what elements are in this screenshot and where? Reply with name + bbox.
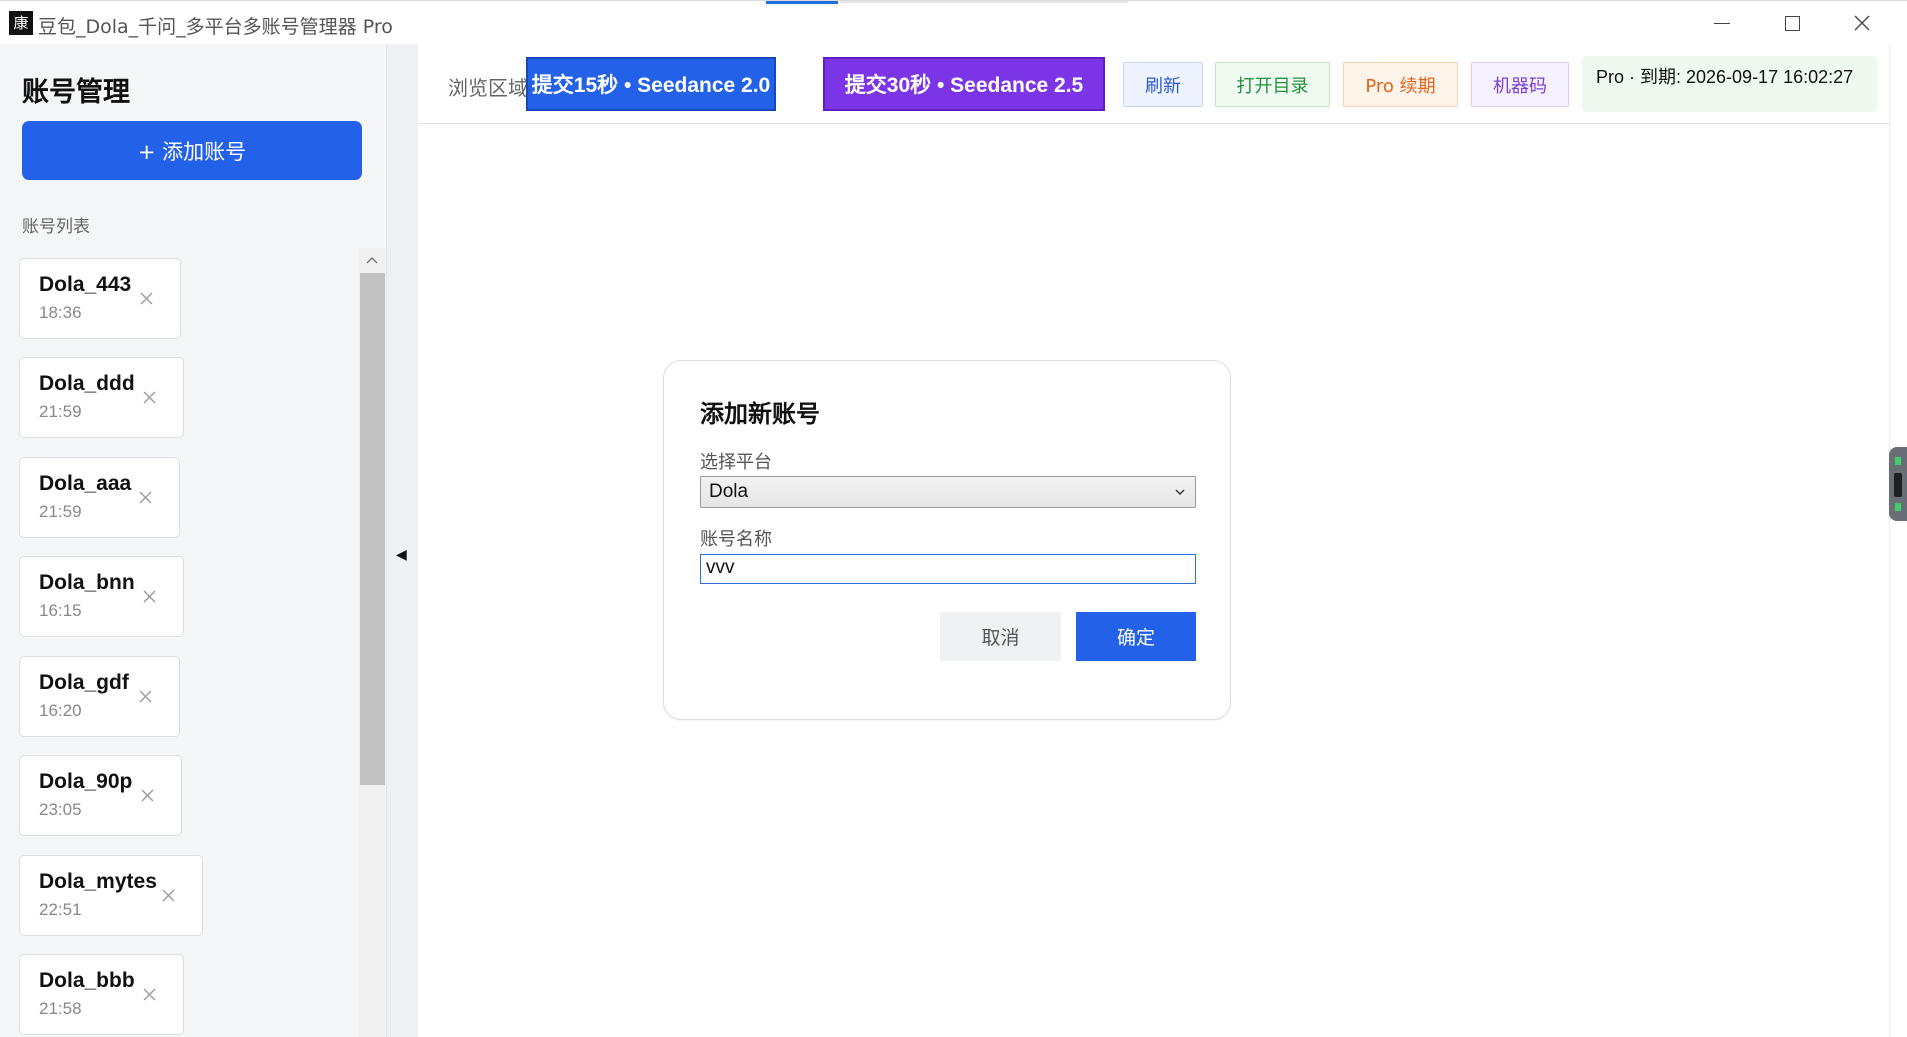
account-name: Dola_aaa xyxy=(39,472,132,495)
collapse-left-icon[interactable]: ◀ xyxy=(396,547,407,563)
remove-account-button[interactable] xyxy=(136,488,154,506)
app-window: 康 豆包_Dola_千问_多平台多账号管理器 Pro 账号管理 + 添加账号 账… xyxy=(0,0,1907,1037)
maximize-button[interactable] xyxy=(1762,6,1822,40)
close-icon xyxy=(139,491,151,503)
platform-select[interactable]: Dola xyxy=(700,476,1196,508)
account-time: 22:51 xyxy=(39,900,82,919)
account-card[interactable]: Dola_aaa 21:59 xyxy=(19,457,180,538)
close-icon xyxy=(139,690,151,702)
pro-expiry-badge: Pro · 到期: 2026-09-17 16:02:27 xyxy=(1582,56,1878,112)
account-name-input-value: vvv xyxy=(706,557,735,578)
title-bar: 康 豆包_Dola_千问_多平台多账号管理器 Pro xyxy=(0,0,1907,44)
close-icon xyxy=(143,391,155,403)
app-logo-icon: 康 xyxy=(9,11,33,35)
sidebar-splitter[interactable]: ◀ xyxy=(387,44,418,1037)
account-card[interactable]: Dola_bnn 16:15 xyxy=(19,556,184,637)
account-list-scrollbar[interactable] xyxy=(359,248,385,1037)
account-time: 21:59 xyxy=(39,402,82,421)
submit-30s-button[interactable]: 提交30秒 • Seedance 2.5 xyxy=(823,57,1105,111)
add-account-button[interactable]: + 添加账号 xyxy=(22,121,362,180)
close-window-button[interactable] xyxy=(1832,6,1892,40)
minimize-button[interactable] xyxy=(1692,6,1752,40)
main-area: 浏览区域 提交15秒 • Seedance 2.0 提交30秒 • Seedan… xyxy=(418,44,1907,1037)
remove-account-button[interactable] xyxy=(140,388,158,406)
remove-account-button[interactable] xyxy=(159,886,177,904)
account-name: Dola_bbb xyxy=(39,969,135,992)
refresh-button[interactable]: 刷新 xyxy=(1123,62,1203,107)
account-card[interactable]: Dola_ddd 21:59 xyxy=(19,357,184,438)
account-card[interactable]: Dola_bbb 21:58 xyxy=(19,954,184,1035)
title-bar-divider xyxy=(840,1,1128,3)
scroll-up-button[interactable] xyxy=(359,248,385,272)
account-card[interactable]: Dola_gdf 16:20 xyxy=(19,656,180,737)
chevron-down-icon xyxy=(1175,489,1185,495)
close-icon xyxy=(1854,15,1870,31)
chevron-up-icon xyxy=(366,257,378,264)
machine-code-button[interactable]: 机器码 xyxy=(1471,62,1569,107)
remove-account-button[interactable] xyxy=(140,587,158,605)
account-card[interactable]: Dola_90p 23:05 xyxy=(19,755,182,836)
submit-15s-button[interactable]: 提交15秒 • Seedance 2.0 xyxy=(526,57,776,111)
account-name: Dola_bnn xyxy=(39,571,135,594)
sidebar: 账号管理 + 添加账号 账号列表 Dola_443 18:36 Dola_ddd… xyxy=(0,44,387,1037)
remove-account-button[interactable] xyxy=(140,985,158,1003)
platform-select-value: Dola xyxy=(709,481,749,502)
account-name: Dola_ddd xyxy=(39,372,135,395)
account-time: 23:05 xyxy=(39,800,82,819)
account-name-label: 账号名称 xyxy=(700,529,772,550)
close-icon xyxy=(141,789,153,801)
add-account-dialog: 添加新账号 选择平台 Dola 账号名称 vvv 取消 确定 xyxy=(663,360,1231,720)
browse-area-label: 浏览区域 xyxy=(448,76,528,100)
account-time: 16:15 xyxy=(39,601,82,620)
account-time: 21:58 xyxy=(39,999,82,1018)
account-name: Dola_443 xyxy=(39,273,132,296)
remove-account-button[interactable] xyxy=(136,687,154,705)
sidebar-title: 账号管理 xyxy=(22,77,130,108)
cancel-button[interactable]: 取消 xyxy=(940,612,1061,661)
close-icon xyxy=(143,988,155,1000)
close-icon xyxy=(140,292,152,304)
edge-indicator-bottom xyxy=(1895,503,1901,511)
account-name-input[interactable]: vvv xyxy=(700,554,1196,584)
account-card[interactable]: Dola_443 18:36 xyxy=(19,258,181,339)
edge-indicator-top xyxy=(1895,457,1901,465)
browse-area-scrollbar[interactable] xyxy=(1889,44,1907,1037)
pro-renew-button[interactable]: Pro 续期 xyxy=(1343,62,1458,107)
close-icon xyxy=(162,889,174,901)
toolbar: 浏览区域 提交15秒 • Seedance 2.0 提交30秒 • Seedan… xyxy=(418,44,1889,124)
account-time: 16:20 xyxy=(39,701,82,720)
account-name: Dola_90p xyxy=(39,770,133,793)
account-time: 18:36 xyxy=(39,303,82,322)
remove-account-button[interactable] xyxy=(138,786,156,804)
remove-account-button[interactable] xyxy=(137,289,155,307)
account-name: Dola_mytes xyxy=(39,870,157,893)
account-time: 21:59 xyxy=(39,502,82,521)
maximize-icon xyxy=(1784,15,1800,31)
title-bar-accent xyxy=(766,1,838,4)
edge-handle-grip xyxy=(1894,473,1902,497)
account-name: Dola_gdf xyxy=(39,671,129,694)
dialog-title: 添加新账号 xyxy=(700,400,820,428)
minimize-icon xyxy=(1714,22,1730,24)
edge-handle-widget[interactable] xyxy=(1889,447,1907,521)
account-card[interactable]: Dola_mytes 22:51 xyxy=(19,855,203,936)
scrollbar-thumb[interactable] xyxy=(360,273,385,785)
account-list-label: 账号列表 xyxy=(22,217,90,237)
platform-label: 选择平台 xyxy=(700,452,772,473)
window-title: 豆包_Dola_千问_多平台多账号管理器 Pro xyxy=(38,16,393,38)
close-icon xyxy=(143,590,155,602)
open-directory-button[interactable]: 打开目录 xyxy=(1215,62,1330,107)
confirm-button[interactable]: 确定 xyxy=(1076,612,1196,661)
